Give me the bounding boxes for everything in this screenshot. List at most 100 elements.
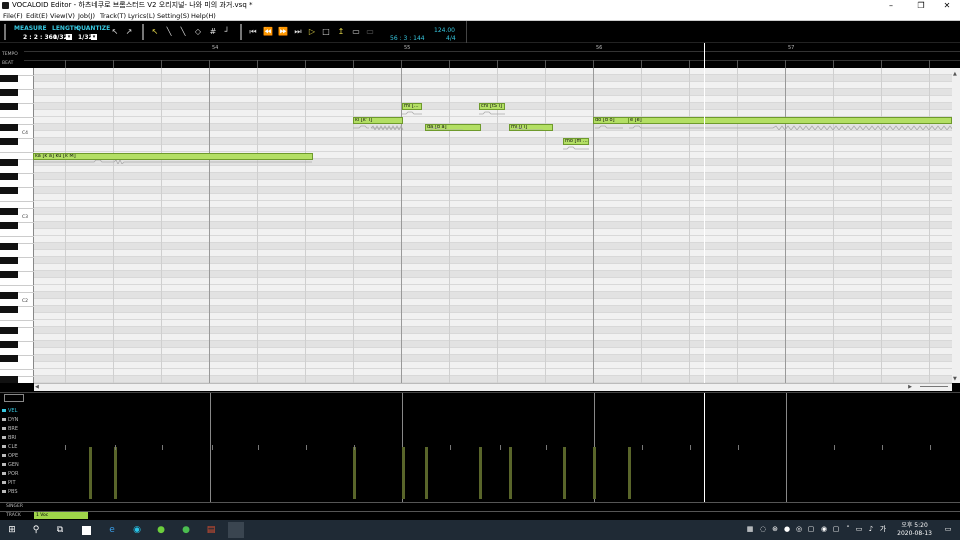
track-label: TRACK	[6, 513, 21, 518]
velocity-bar[interactable]	[89, 447, 92, 499]
tray-icon[interactable]: ◌	[759, 525, 767, 534]
velocity-bar[interactable]	[479, 447, 482, 499]
zoom-slider[interactable]	[920, 386, 948, 389]
app-green-icon[interactable]: ●	[155, 524, 167, 536]
network-icon[interactable]: ▭	[855, 525, 863, 534]
vertical-scrollbar[interactable]: ▲ ▼	[952, 68, 960, 383]
control-bre[interactable]: BRE	[2, 426, 18, 432]
menu-help[interactable]: Help(H)	[191, 11, 216, 21]
arrow-pointer-icon[interactable]: ↗	[124, 27, 134, 37]
octave-label: C4	[22, 131, 29, 136]
menu-lyrics[interactable]: Lyrics(L)	[128, 11, 155, 21]
octave-label: C3	[22, 215, 29, 220]
menu-track[interactable]: Track(T)	[100, 11, 126, 21]
clock[interactable]: 오후 5:20 2020-08-13	[897, 522, 932, 538]
control-por[interactable]: POR	[2, 471, 18, 477]
menu-file[interactable]: File(F)	[3, 11, 23, 21]
loop-icon[interactable]: ▭	[351, 27, 361, 37]
pencil-icon[interactable]: ╲	[164, 27, 174, 37]
scroll-left-icon[interactable]: ◀	[35, 384, 39, 390]
note[interactable]: chi [tS i]	[479, 103, 505, 110]
control-vel[interactable]: VEL	[2, 408, 17, 414]
horizontal-scrollbar[interactable]: ◀ ▶	[34, 383, 952, 391]
note[interactable]: do [d o]	[593, 117, 631, 124]
search-icon[interactable]: ⚲	[30, 524, 42, 536]
tray-icon[interactable]: ●	[783, 525, 791, 534]
notification-icon[interactable]: ▭	[944, 525, 952, 534]
fast-forward-icon[interactable]: ⏩	[278, 27, 288, 37]
tray-icon[interactable]: ◉	[820, 525, 828, 534]
tray-icon[interactable]: ▢	[832, 525, 840, 534]
track-tab[interactable]: 1 Voc	[34, 512, 88, 519]
menu-edit[interactable]: Edit(E)	[26, 11, 48, 21]
pointer-tool-icon[interactable]: ↖	[150, 27, 160, 37]
velocity-bar[interactable]	[593, 447, 596, 499]
ime-indicator[interactable]: 가	[879, 525, 887, 534]
velocity-bar[interactable]	[353, 447, 356, 499]
volume-icon[interactable]: ♪	[867, 525, 875, 534]
tray-icon[interactable]: ▢	[807, 525, 815, 534]
tray-icon[interactable]: ⊛	[771, 525, 779, 534]
tray-icon[interactable]: ◎	[795, 525, 803, 534]
control-ope[interactable]: OPE	[2, 453, 18, 459]
task-view-icon[interactable]: ⧉	[54, 524, 66, 536]
vocaloid-taskbar-icon[interactable]	[228, 522, 244, 538]
note[interactable]: mi [...	[402, 103, 422, 110]
menu-setting[interactable]: Setting(S)	[157, 11, 189, 21]
track-row[interactable]: TRACK 1 Voc	[0, 511, 960, 519]
control-pit[interactable]: PIT	[2, 480, 16, 486]
snap-icon[interactable]: ┘	[222, 27, 232, 37]
piano-roll[interactable]: C4 C3 C2 ka [k a] ku [k M] ki [k' i] mi …	[0, 68, 952, 383]
close-button[interactable]: ✕	[932, 0, 960, 11]
forward-end-icon[interactable]: ⏭	[293, 27, 303, 37]
rewind-icon[interactable]: ⏪	[263, 27, 273, 37]
singer-row[interactable]: SINGER	[0, 502, 960, 511]
auto-scroll-icon[interactable]: ↥	[336, 27, 346, 37]
minimize-button[interactable]: –	[876, 0, 906, 11]
menu-job[interactable]: Job(J)	[78, 11, 95, 21]
scroll-down-icon[interactable]: ▼	[953, 376, 957, 382]
note[interactable]: mo [m ...	[563, 138, 589, 145]
scroll-right-icon[interactable]: ▶	[908, 384, 912, 390]
velocity-bar[interactable]	[628, 447, 631, 499]
edge-icon[interactable]: e	[106, 524, 118, 536]
note[interactable]: ki [k' i]	[353, 117, 403, 124]
scroll-up-icon[interactable]: ▲	[953, 71, 957, 77]
tray-icon[interactable]: ▦	[746, 525, 754, 534]
menu-view[interactable]: View(V)	[50, 11, 75, 21]
velocity-bar[interactable]	[509, 447, 512, 499]
quantize-dropdown-icon[interactable]: ▾	[91, 34, 97, 40]
control-gen[interactable]: GEN	[2, 462, 19, 468]
piano-keyboard[interactable]: C4 C3 C2	[0, 68, 34, 383]
velocity-bar[interactable]	[114, 447, 117, 499]
control-bri[interactable]: BRI	[2, 435, 16, 441]
control-pbs[interactable]: PBS	[2, 489, 18, 495]
velocity-bar[interactable]	[402, 447, 405, 499]
browser-icon[interactable]: ◉	[131, 524, 143, 536]
play-icon[interactable]: ▷	[307, 27, 317, 37]
file-explorer-icon[interactable]	[82, 526, 91, 535]
arrow-select-icon[interactable]: ↖	[110, 27, 120, 37]
app-red-icon[interactable]: ▤	[205, 524, 217, 536]
length-dropdown-icon[interactable]: ▾	[66, 34, 72, 40]
velocity-bar[interactable]	[563, 447, 566, 499]
rewind-start-icon[interactable]: ⏮	[248, 27, 258, 37]
line-icon[interactable]: ╲	[178, 27, 188, 37]
measure-number: 54	[212, 45, 219, 51]
playback-icon[interactable]: ▭	[365, 27, 375, 37]
chevron-up-icon[interactable]: ˄	[844, 525, 852, 534]
control-track[interactable]: VEL DYN BRE BRI CLE OPE GEN POR PIT PBS	[0, 392, 960, 510]
eraser-icon[interactable]: ◇	[193, 27, 203, 37]
control-cle[interactable]: CLE	[2, 444, 17, 450]
grid-icon[interactable]: #	[208, 27, 218, 37]
control-selector-box[interactable]	[4, 394, 24, 402]
start-icon[interactable]: ⊞	[6, 524, 18, 536]
control-dyn[interactable]: DYN	[2, 417, 18, 423]
note[interactable]: ka [k a] ku [k M]	[33, 153, 313, 160]
velocity-bar[interactable]	[425, 447, 428, 499]
stop-icon[interactable]: □	[321, 27, 331, 37]
singer-label: SINGER	[6, 504, 24, 509]
note[interactable]: e [e]	[628, 117, 952, 124]
app-wechat-icon[interactable]: ●	[180, 524, 192, 536]
ruler[interactable]: TEMPO BEAT 54 55 56 57	[0, 43, 960, 68]
